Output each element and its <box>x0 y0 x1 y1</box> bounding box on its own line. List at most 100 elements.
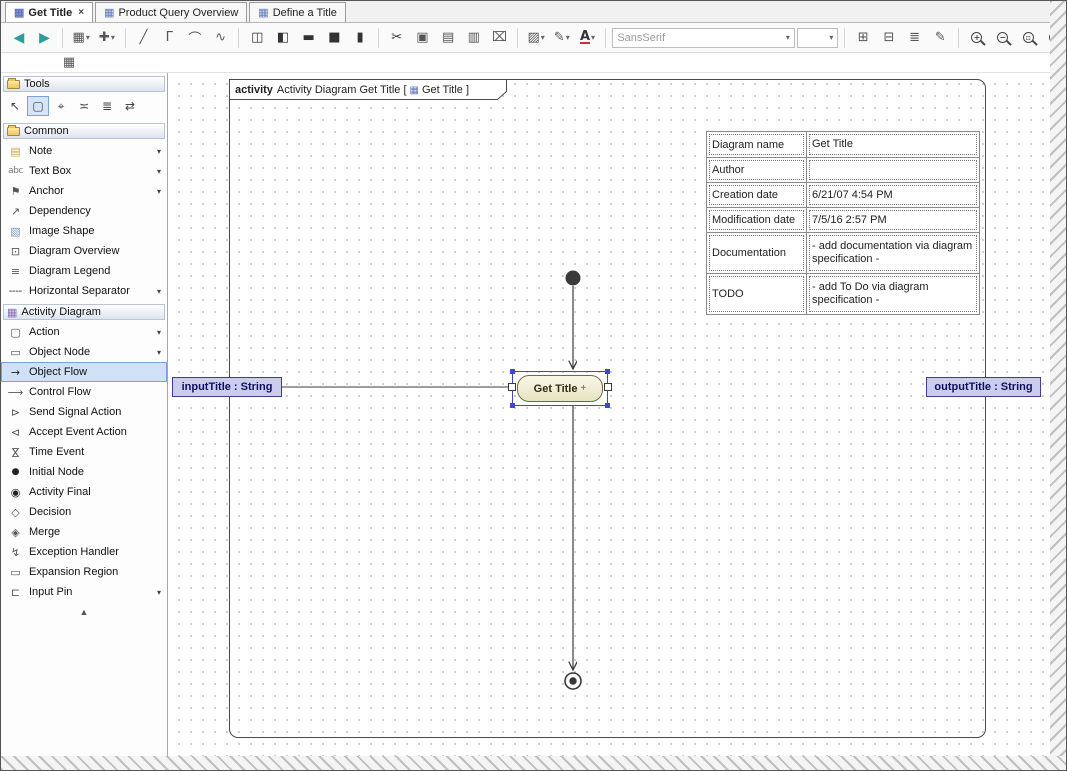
order-button[interactable]: ≣ <box>903 27 927 49</box>
sidebar-item-horizontal-separator[interactable]: ╌╌ Horizontal Separator ▾ <box>1 281 167 301</box>
info-key-cell[interactable]: Creation date <box>707 183 807 207</box>
distribute-tool-button[interactable]: ≣ <box>96 96 118 116</box>
add-related-elements-button[interactable]: ✚ ▾ <box>95 27 119 49</box>
sidebar-item-object-node[interactable]: ▭ Object Node ▾ <box>1 342 167 362</box>
align-tall-button[interactable]: ▮ <box>348 27 372 49</box>
info-value-cell[interactable]: - add To Do via diagram specification - <box>807 274 979 314</box>
frame-keyword: activity <box>235 84 273 96</box>
edit-compartment-button[interactable]: ✎ <box>928 27 952 49</box>
sidebar-item-expansion-region[interactable]: ▭ Expansion Region <box>1 562 167 582</box>
sidebar-item-diagram-legend[interactable]: ≡ Diagram Legend <box>1 261 167 281</box>
zoom-fit-button[interactable]: ▫ <box>1017 27 1041 49</box>
font-size-select[interactable]: ▾ <box>796 27 839 48</box>
pen-color-button[interactable]: ✎ ▾ <box>550 27 574 49</box>
sidebar-item-anchor[interactable]: ⚑ Anchor ▾ <box>1 181 167 201</box>
info-value-cell[interactable]: Get Title <box>807 132 979 157</box>
resize-handle[interactable] <box>510 403 515 408</box>
section-header-common[interactable]: Common <box>3 123 165 139</box>
center-tool-button[interactable]: ⌖ <box>50 96 72 116</box>
diagram-info-table[interactable]: Diagram name Get Title Author Creation d… <box>706 131 980 315</box>
forward-button[interactable]: ▶ <box>33 27 57 49</box>
input-object-node[interactable]: inputTitle : String <box>172 377 282 397</box>
info-key-cell[interactable]: TODO <box>707 274 807 314</box>
cut-button[interactable]: ✂ <box>385 27 409 49</box>
info-value-cell[interactable]: 7/5/16 2:57 PM <box>807 208 979 232</box>
sidebar-item-control-flow[interactable]: ⟶ Control Flow <box>1 382 167 402</box>
frame-header[interactable]: activity Activity Diagram Get Title [▦ Get… <box>235 81 469 99</box>
sidebar-item-accept-event-action[interactable]: ⊲ Accept Event Action <box>1 422 167 442</box>
line-style-curved-button[interactable]: ⌒ <box>183 27 207 49</box>
section-header-tools[interactable]: Tools <box>3 76 165 92</box>
info-key-cell[interactable]: Modification date <box>707 208 807 232</box>
align-square-button[interactable]: ■ <box>323 27 347 49</box>
close-icon[interactable]: × <box>78 7 84 18</box>
resize-handle[interactable] <box>605 403 610 408</box>
select-area-tool-button[interactable]: ▢ <box>27 96 49 116</box>
zoom-out-button[interactable]: − <box>991 27 1015 49</box>
sidebar-item-note[interactable]: ▤ Note ▾ <box>1 141 167 161</box>
align-wide-button[interactable]: ▬ <box>297 27 321 49</box>
sidebar-item-decision[interactable]: ◇ Decision <box>1 502 167 522</box>
diagram-canvas[interactable]: activity Activity Diagram Get Title [▦ Get… <box>168 73 1052 758</box>
info-key-cell[interactable]: Documentation <box>707 233 807 273</box>
ungroup-button[interactable]: ⊟ <box>877 27 901 49</box>
tab-define-a-title[interactable]: ▦ Define a Title <box>249 2 346 22</box>
paste-special-button[interactable]: ▥ <box>462 27 486 49</box>
tab-product-query-overview[interactable]: ▦ Product Query Overview <box>95 2 248 22</box>
sidebar-item-initial-node[interactable]: ● Initial Node <box>1 462 167 482</box>
copy-button[interactable]: ▣ <box>411 27 435 49</box>
info-key-cell[interactable]: Author <box>707 158 807 182</box>
sidebar-item-text-box[interactable]: abc Text Box ▾ <box>1 161 167 181</box>
fill-color-button[interactable]: ▨ ▾ <box>524 27 548 49</box>
palette-scroll-up[interactable]: ▲ <box>1 602 167 617</box>
sidebar-item-time-event[interactable]: ⋈ Time Event <box>1 442 167 462</box>
section-header-activity-diagram[interactable]: ▦ Activity Diagram <box>3 304 165 320</box>
sidebar-item-activity-final[interactable]: ◉ Activity Final <box>1 482 167 502</box>
paste-button[interactable]: ▤ <box>436 27 460 49</box>
resize-handle[interactable] <box>605 369 610 374</box>
resize-handle[interactable] <box>510 369 515 374</box>
sidebar-item-diagram-overview[interactable]: ⊡ Diagram Overview <box>1 241 167 261</box>
chevron-down-icon[interactable]: ▾ <box>157 328 163 337</box>
chevron-down-icon[interactable]: ▾ <box>157 147 163 156</box>
sidebar-item-action[interactable]: ▢ Action ▾ <box>1 322 167 342</box>
font-family-select[interactable]: SansSerif ▾ <box>612 27 795 48</box>
sidebar-item-object-flow[interactable]: → Object Flow <box>1 362 167 382</box>
font-color-button[interactable]: A ▾ <box>576 27 600 49</box>
chevron-down-icon[interactable]: ▾ <box>157 187 163 196</box>
output-object-node[interactable]: outputTitle : String <box>926 377 1041 397</box>
layout-tool-button[interactable]: ⇄ <box>119 96 141 116</box>
chevron-down-icon[interactable]: ▾ <box>157 167 163 176</box>
align-tool-button[interactable]: ≍ <box>73 96 95 116</box>
pointer-tool-button[interactable]: ↖ <box>4 96 26 116</box>
action-node-get-title[interactable]: Get Title + <box>517 375 603 402</box>
insert-shape-right-button[interactable]: ◧ <box>271 27 295 49</box>
sidebar-item-input-pin[interactable]: ⊏ Input Pin ▾ <box>1 582 167 602</box>
input-pin[interactable] <box>508 383 516 391</box>
line-style-spline-button[interactable]: ∿ <box>209 27 233 49</box>
info-value-cell[interactable]: - add documentation via diagram specific… <box>807 233 979 273</box>
layout-button[interactable]: ▦ ▾ <box>69 27 93 49</box>
chevron-down-icon[interactable]: ▾ <box>157 348 163 357</box>
info-key-cell[interactable]: Diagram name <box>707 132 807 157</box>
sidebar-item-merge[interactable]: ◈ Merge <box>1 522 167 542</box>
back-button[interactable]: ◀ <box>7 27 31 49</box>
info-value-cell[interactable]: 6/21/07 4:54 PM <box>807 183 979 207</box>
line-style-diagonal-button[interactable]: ╱ <box>132 27 156 49</box>
sidebar-item-send-signal-action[interactable]: ⊳ Send Signal Action <box>1 402 167 422</box>
chevron-down-icon[interactable]: ▾ <box>157 588 163 597</box>
tab-get-title[interactable]: ▦ Get Title × <box>5 2 94 22</box>
sidebar-item-image-shape[interactable]: ▧ Image Shape <box>1 221 167 241</box>
sidebar-item-exception-handler[interactable]: ↯ Exception Handler <box>1 542 167 562</box>
delete-button[interactable]: ⌧ <box>488 27 512 49</box>
chevron-down-icon[interactable]: ▾ <box>157 287 163 296</box>
initial-node[interactable] <box>565 270 581 286</box>
line-style-rectilinear-button[interactable]: Γ <box>157 27 181 49</box>
info-value-cell[interactable] <box>807 158 979 182</box>
output-pin[interactable] <box>604 383 612 391</box>
diagram-options-button[interactable]: ▦ <box>57 52 81 74</box>
zoom-in-button[interactable]: + <box>965 27 989 49</box>
insert-shape-left-button[interactable]: ◫ <box>245 27 269 49</box>
group-button[interactable]: ⊞ <box>851 27 875 49</box>
sidebar-item-dependency[interactable]: ↗ Dependency <box>1 201 167 221</box>
